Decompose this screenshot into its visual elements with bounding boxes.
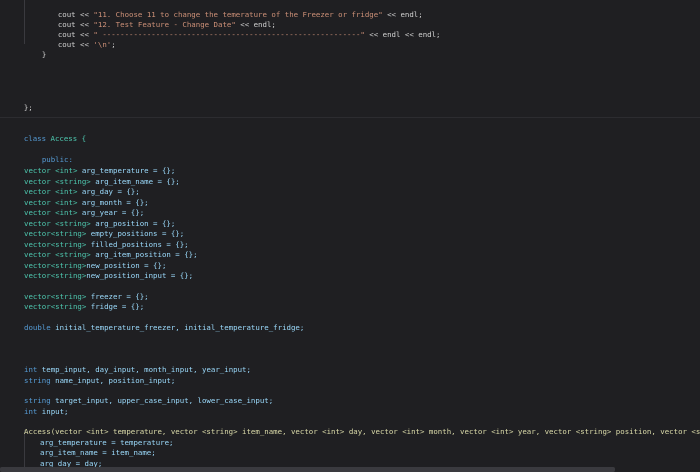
- code-type: vector<string>: [24, 302, 87, 311]
- code-line[interactable]: };: [6, 93, 33, 112]
- code-token: input;: [37, 406, 69, 416]
- code-line[interactable]: arg_item_name = item_name;: [40, 448, 156, 458]
- code-token: arg_item_name = item_name;: [40, 448, 156, 457]
- section-divider: [0, 117, 700, 118]
- code-token: target_input, upper_case_input, lower_ca…: [50, 396, 274, 405]
- code-line[interactable]: vector<string>new_position = {};: [24, 261, 166, 271]
- code-line[interactable]: cout << "11. Choose 11 to change the tem…: [40, 0, 423, 19]
- code-type: vector <string>: [24, 176, 91, 186]
- code-token: new_position = {};: [86, 260, 167, 270]
- code-line[interactable]: Access(vector <int> temperature, vector …: [24, 427, 700, 437]
- code-class-name: Access {: [46, 134, 87, 143]
- code-type: vector <string>: [24, 250, 91, 259]
- code-string: " --------------------------------------…: [93, 30, 365, 39]
- code-line[interactable]: cout << " ------------------------------…: [40, 20, 441, 39]
- code-token: initial_temperature_freezer, initial_tem…: [50, 323, 305, 332]
- code-line[interactable]: vector <int> arg_month = {};: [24, 198, 149, 208]
- code-line[interactable]: vector <string> arg_item_name = {};: [24, 177, 180, 187]
- code-type: vector <int>: [24, 166, 78, 175]
- code-token: ;: [111, 40, 116, 49]
- code-line[interactable]: vector <string> arg_position = {};: [24, 219, 175, 229]
- code-type: int: [24, 406, 38, 416]
- code-token: arg_temperature = temperature;: [40, 437, 174, 447]
- code-token: empty_positions = {};: [86, 229, 185, 238]
- code-constructor: Access(vector <int> temperature, vector …: [24, 427, 700, 436]
- code-type: vector <int>: [24, 197, 78, 207]
- code-type: vector<string>: [24, 271, 87, 280]
- code-line[interactable]: vector<string>new_position_input = {};: [24, 271, 193, 281]
- code-line[interactable]: cout << '\n';: [40, 30, 116, 49]
- code-line[interactable]: vector<string> fridge = {};: [24, 302, 144, 312]
- code-line[interactable]: string name_input, position_input;: [24, 376, 175, 386]
- code-token: arg_item_name = {};: [90, 176, 180, 186]
- code-type: vector <string>: [24, 218, 91, 228]
- code-type: vector<string>: [24, 291, 87, 301]
- code-token: arg_year = {};: [77, 208, 145, 217]
- code-token: cout <<: [57, 40, 94, 49]
- code-line[interactable]: vector <int> arg_day = {};: [24, 187, 140, 197]
- code-token: }: [41, 50, 47, 59]
- code-token: temp_input, day_input, month_input, year…: [37, 365, 251, 374]
- code-line[interactable]: double initial_temperature_freezer, init…: [24, 323, 304, 333]
- code-type: vector<string>: [24, 229, 87, 238]
- code-token: arg_item_position = {};: [90, 250, 198, 259]
- code-type: string: [24, 396, 51, 405]
- code-type: vector<string>: [24, 239, 87, 249]
- code-line[interactable]: vector <int> arg_year = {};: [24, 208, 144, 218]
- code-token: arg_position = {};: [90, 218, 176, 228]
- code-line[interactable]: vector<string> filled_positions = {};: [24, 240, 189, 250]
- code-type: vector <int>: [24, 208, 78, 217]
- code-token: arg_day = {};: [77, 187, 140, 196]
- code-token: freezer = {};: [86, 291, 149, 301]
- code-type: string: [24, 375, 51, 385]
- code-string: '\n': [93, 40, 112, 49]
- code-type: int: [24, 365, 38, 374]
- horizontal-scrollbar[interactable]: [0, 467, 615, 472]
- code-line[interactable]: vector <string> arg_item_position = {};: [24, 250, 198, 260]
- code-type: double: [24, 323, 51, 332]
- code-line[interactable]: class Access {: [6, 124, 86, 143]
- code-line[interactable]: arg_temperature = temperature;: [40, 438, 174, 448]
- code-keyword: public:: [41, 155, 73, 164]
- code-line[interactable]: string target_input, upper_case_input, l…: [24, 396, 273, 406]
- code-token: arg_temperature = {};: [77, 166, 176, 175]
- code-line[interactable]: }: [24, 40, 46, 59]
- code-line[interactable]: vector<string> empty_positions = {};: [24, 229, 184, 239]
- code-token: name_input, position_input;: [50, 375, 176, 385]
- code-editor[interactable]: cout << "11. Choose 11 to change the tem…: [0, 0, 700, 472]
- code-line[interactable]: vector <int> arg_temperature = {};: [24, 166, 175, 176]
- code-type: vector<string>: [24, 260, 87, 270]
- code-token: };: [23, 103, 33, 112]
- code-line[interactable]: cout << "12. Test Feature - Change Date"…: [40, 10, 276, 29]
- code-line[interactable]: vector<string> freezer = {};: [24, 292, 149, 302]
- code-token: << endl << endl;: [364, 30, 441, 39]
- code-line[interactable]: int input;: [24, 407, 69, 417]
- code-line[interactable]: public:: [24, 145, 73, 164]
- code-token: new_position_input = {};: [86, 271, 194, 280]
- code-keyword: class: [23, 134, 47, 143]
- code-token: << endl;: [382, 10, 423, 19]
- code-token: arg_month = {};: [77, 197, 149, 207]
- code-line[interactable]: int temp_input, day_input, month_input, …: [24, 365, 251, 375]
- indent-guide: [24, 0, 25, 44]
- code-token: filled_positions = {};: [86, 239, 189, 249]
- code-type: vector <int>: [24, 187, 78, 196]
- code-token: fridge = {};: [86, 302, 145, 311]
